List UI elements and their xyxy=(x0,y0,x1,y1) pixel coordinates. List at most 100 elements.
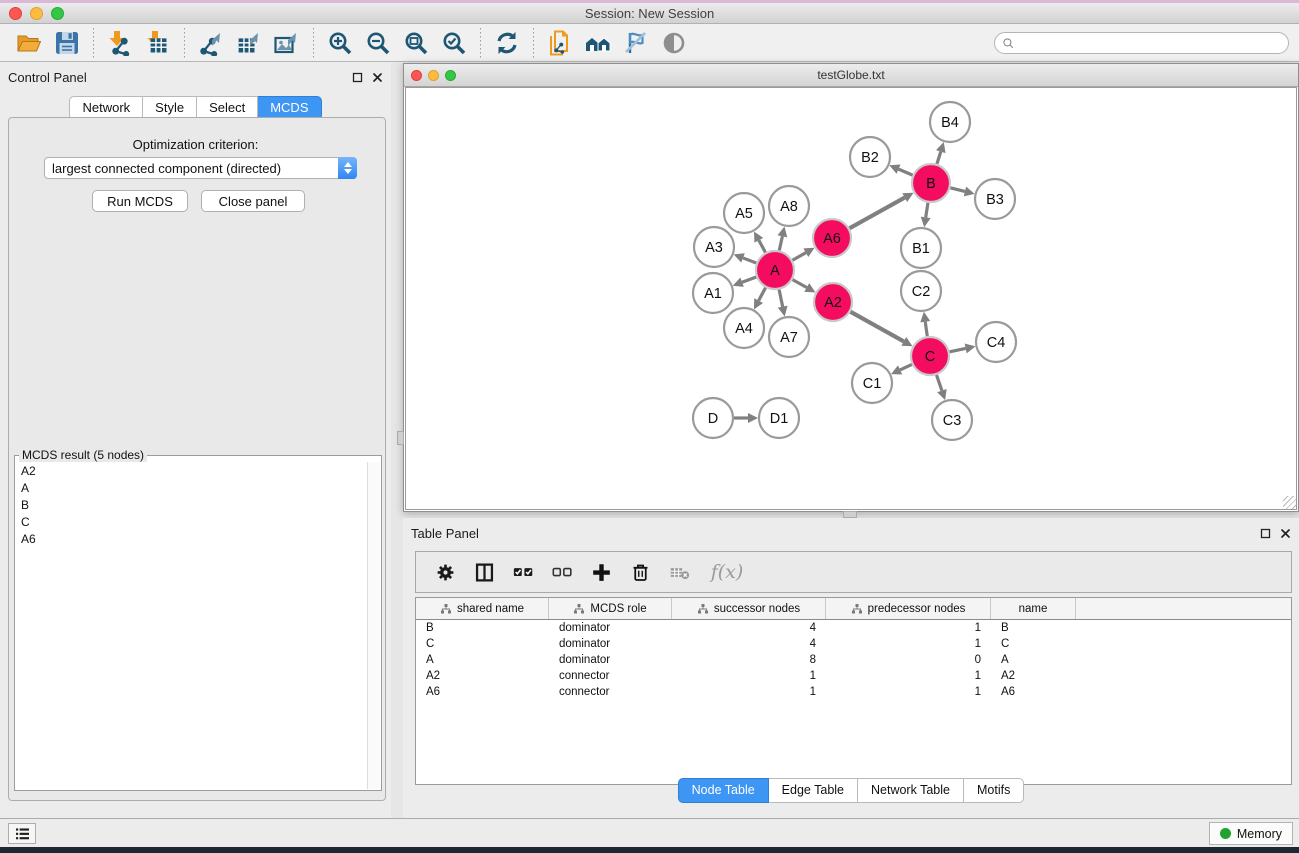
graph-node-B1[interactable]: B1 xyxy=(901,228,941,268)
save-session-icon[interactable] xyxy=(48,27,86,59)
edge-C-C2[interactable] xyxy=(925,322,927,336)
hide-selected-icon[interactable] xyxy=(617,27,655,59)
graph-node-B3[interactable]: B3 xyxy=(975,179,1015,219)
edge-B-B2[interactable] xyxy=(899,169,913,175)
zoom-selected-icon[interactable] xyxy=(435,27,473,59)
mcds-result-item[interactable]: B xyxy=(16,496,367,513)
mcds-result-item[interactable]: A6 xyxy=(16,530,367,547)
graph-node-C4[interactable]: C4 xyxy=(976,322,1016,362)
close-panel-icon[interactable] xyxy=(372,72,383,83)
delete-icon[interactable] xyxy=(627,559,653,585)
edge-B-B4[interactable] xyxy=(937,152,941,164)
search-input[interactable] xyxy=(994,32,1289,54)
zoom-fit-icon[interactable] xyxy=(397,27,435,59)
tab-network-table[interactable]: Network Table xyxy=(858,778,964,803)
column-header-name[interactable]: name xyxy=(991,598,1076,619)
import-network-icon[interactable] xyxy=(101,27,139,59)
left-divider-handle[interactable] xyxy=(397,431,404,445)
graph-node-D1[interactable]: D1 xyxy=(759,398,799,438)
mcds-result-item[interactable]: A2 xyxy=(16,462,367,479)
mcds-result-item[interactable]: A xyxy=(16,479,367,496)
criterion-dropdown[interactable]: largest connected component (directed) xyxy=(44,157,357,179)
graph-node-B[interactable]: B xyxy=(912,164,950,202)
edge-B-B1[interactable] xyxy=(926,203,928,218)
gear-icon[interactable] xyxy=(432,559,458,585)
memory-button[interactable]: Memory xyxy=(1209,822,1293,845)
control-panel-title: Control Panel xyxy=(8,64,352,85)
graph-node-C3[interactable]: C3 xyxy=(932,400,972,440)
run-mcds-button[interactable]: Run MCDS xyxy=(92,190,188,212)
graph-node-C2[interactable]: C2 xyxy=(901,271,941,311)
mcds-result-item[interactable]: C xyxy=(16,513,367,530)
float-panel-icon[interactable] xyxy=(352,72,363,83)
edge-A-A3[interactable] xyxy=(743,258,756,263)
graph-node-A6[interactable]: A6 xyxy=(813,219,851,257)
edge-A6-B[interactable] xyxy=(849,198,904,229)
graph-node-A7[interactable]: A7 xyxy=(769,317,809,357)
table-row[interactable]: Cdominator41C xyxy=(416,636,1291,652)
node-table-header: shared nameMCDS rolesuccessor nodesprede… xyxy=(416,598,1291,620)
clone-network-icon[interactable] xyxy=(541,27,579,59)
first-neighbors-icon[interactable] xyxy=(579,27,617,59)
tab-node-table[interactable]: Node Table xyxy=(678,778,769,803)
graph-node-A8[interactable]: A8 xyxy=(769,186,809,226)
bottom-divider-handle[interactable] xyxy=(843,511,857,518)
graph-node-A[interactable]: A xyxy=(756,251,794,289)
column-header-predecessor-nodes[interactable]: predecessor nodes xyxy=(826,598,991,619)
columns-icon[interactable] xyxy=(471,559,497,585)
export-network-icon[interactable] xyxy=(192,27,230,59)
edge-C-C3[interactable] xyxy=(937,375,942,391)
graph-node-A2[interactable]: A2 xyxy=(814,283,852,321)
mcds-list-scrollbar[interactable] xyxy=(367,462,380,789)
edge-A-A8[interactable] xyxy=(779,236,782,250)
edge-A2-C[interactable] xyxy=(850,312,903,342)
column-header-MCDS-role[interactable]: MCDS role xyxy=(549,598,672,619)
edge-C-C4[interactable] xyxy=(950,348,966,351)
network-canvas[interactable]: A A1 A2 A3 A4 A5 A6 A7 A8 B B1 B2 B3B4 C C1 C2 C3C4 D D1 xyxy=(405,87,1297,510)
float-table-panel-icon[interactable] xyxy=(1260,528,1271,539)
network-graph[interactable]: A A1 A2 A3 A4 A5 A6 A7 A8 B B1 B2 B3B4 C C1 C2 C3C4 D D1 xyxy=(406,88,1296,509)
graph-node-A3[interactable]: A3 xyxy=(694,227,734,267)
edge-A-A2[interactable] xyxy=(793,280,807,288)
graph-node-A5[interactable]: A5 xyxy=(724,193,764,233)
check-all-icon[interactable] xyxy=(510,559,536,585)
table-row[interactable]: Bdominator41B xyxy=(416,620,1291,636)
table-row[interactable]: A2connector11A2 xyxy=(416,668,1291,684)
network-window-titlebar[interactable]: testGlobe.txt xyxy=(404,64,1298,87)
close-panel-button[interactable]: Close panel xyxy=(201,190,305,212)
edge-B-B3[interactable] xyxy=(950,188,965,192)
import-table-icon[interactable] xyxy=(139,27,177,59)
export-image-icon[interactable] xyxy=(268,27,306,59)
close-table-panel-icon[interactable] xyxy=(1280,528,1291,539)
graph-node-A4[interactable]: A4 xyxy=(724,308,764,348)
tab-motifs[interactable]: Motifs xyxy=(964,778,1024,803)
node-label: B xyxy=(926,176,936,192)
export-table-icon[interactable] xyxy=(230,27,268,59)
graph-node-D[interactable]: D xyxy=(693,398,733,438)
edge-A-A1[interactable] xyxy=(742,277,756,282)
edge-A-A6[interactable] xyxy=(792,253,805,261)
tab-edge-table[interactable]: Edge Table xyxy=(769,778,858,803)
zoom-in-icon[interactable] xyxy=(321,27,359,59)
column-header-shared-name[interactable]: shared name xyxy=(416,598,549,619)
graph-node-B4[interactable]: B4 xyxy=(930,102,970,142)
zoom-out-icon[interactable] xyxy=(359,27,397,59)
column-header-successor-nodes[interactable]: successor nodes xyxy=(672,598,826,619)
edge-A-A5[interactable] xyxy=(759,240,766,252)
table-row[interactable]: A6connector11A6 xyxy=(416,684,1291,700)
add-icon[interactable] xyxy=(588,559,614,585)
graph-node-C1[interactable]: C1 xyxy=(852,363,892,403)
resize-grip-icon[interactable] xyxy=(1283,496,1296,509)
edge-A-A7[interactable] xyxy=(779,290,783,307)
graph-node-B2[interactable]: B2 xyxy=(850,137,890,177)
uncheck-all-icon[interactable] xyxy=(549,559,575,585)
open-file-icon[interactable] xyxy=(10,27,48,59)
edge-C-C1[interactable] xyxy=(900,364,912,369)
graph-node-C[interactable]: C xyxy=(911,337,949,375)
edge-A-A4[interactable] xyxy=(759,288,766,301)
refresh-layout-icon[interactable] xyxy=(488,27,526,59)
graph-node-A1[interactable]: A1 xyxy=(693,273,733,313)
table-row[interactable]: Adominator80A xyxy=(416,652,1291,668)
show-details-icon[interactable] xyxy=(655,27,693,59)
panels-menu-button[interactable] xyxy=(8,823,36,844)
